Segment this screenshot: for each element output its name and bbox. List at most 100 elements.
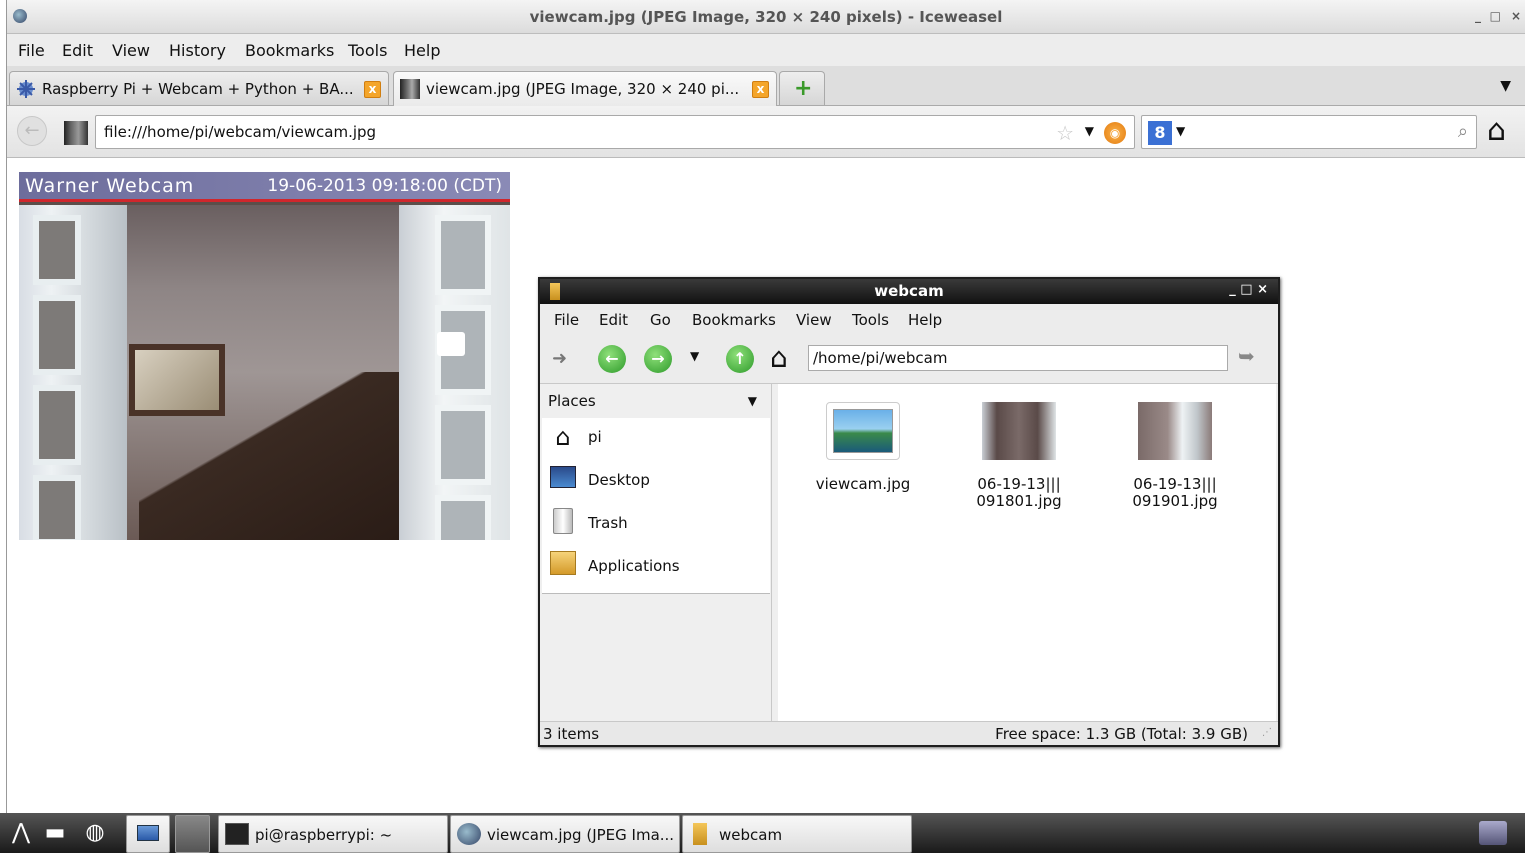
plus-icon: + [794, 76, 813, 101]
home-icon: ⌂ [555, 423, 571, 451]
overlay-title: Warner Webcam [25, 175, 195, 197]
menubar: File Edit View History Bookmarks Tools H… [7, 34, 1525, 66]
image-painting [129, 344, 225, 416]
fm-window-controls[interactable]: _ □ × [1229, 282, 1268, 297]
minimize-button[interactable]: _ [1475, 9, 1481, 23]
resize-grip-icon[interactable]: ⋰ [1262, 727, 1272, 738]
window-title: viewcam.jpg (JPEG Image, 320 × 240 pixel… [529, 8, 1003, 26]
folder-taskbar-icon [693, 823, 707, 845]
browser-launcher-icon[interactable]: ◍ [80, 819, 110, 847]
trash-icon [548, 508, 578, 538]
site-identity-icon [64, 121, 88, 145]
home-button[interactable]: ⌂ [1487, 114, 1506, 148]
thumbnail-image [982, 402, 1056, 460]
tab-close-icon[interactable]: x [752, 81, 769, 98]
places-dropdown-icon[interactable]: ▼ [748, 394, 757, 408]
file-name: 06-19-13||| 091801.jpg [976, 475, 1062, 510]
terminal-launcher-icon[interactable]: ▬ [40, 819, 70, 847]
overlay-timestamp: 19-06-2013 09:18:00 (CDT) [267, 176, 502, 196]
home-folder-icon[interactable]: ⌂ [770, 341, 788, 374]
file-name: viewcam.jpg [815, 475, 911, 493]
back-arrow-icon[interactable]: ← [598, 345, 626, 373]
fm-titlebar: webcam _ □ × [540, 279, 1278, 304]
tab-close-icon[interactable]: x [364, 81, 381, 98]
taskbar-label: pi@raspberrypi: ~ [255, 826, 393, 844]
menu-help[interactable]: Help [404, 41, 440, 60]
tab-viewcam[interactable]: viewcam.jpg (JPEG Image, 320 × 240 pi...… [393, 71, 777, 106]
places-label: Places [548, 392, 596, 410]
menu-tools[interactable]: Tools [348, 41, 387, 60]
fm-menu-help[interactable]: Help [908, 311, 942, 329]
menu-file[interactable]: File [18, 41, 45, 60]
place-desktop[interactable]: Desktop [546, 461, 766, 499]
start-menu-icon[interactable]: ⋀ [6, 819, 36, 847]
go-icon[interactable]: ➥ [1238, 344, 1255, 368]
file-item[interactable]: 06-19-13||| 091901.jpg [1110, 402, 1240, 510]
place-label: Desktop [588, 471, 650, 489]
fm-menu-file[interactable]: File [554, 311, 579, 329]
file-item[interactable]: 06-19-13||| 091801.jpg [954, 402, 1084, 510]
menu-view[interactable]: View [112, 41, 150, 60]
search-engine-icon[interactable]: 8 [1148, 121, 1172, 145]
fm-menu-go[interactable]: Go [650, 311, 671, 329]
feed-icon[interactable]: ◉ [1104, 122, 1126, 144]
taskbar-label: webcam [719, 826, 783, 844]
image-overlay: Warner Webcam 19-06-2013 09:18:00 (CDT) [19, 172, 510, 202]
tab-bar: Raspberry Pi + Webcam + Python + BA... x… [7, 66, 1525, 106]
taskbar-terminal[interactable]: pi@raspberrypi: ~ [218, 815, 448, 853]
applications-icon [548, 551, 578, 581]
tab-label: Raspberry Pi + Webcam + Python + BA... [42, 80, 354, 98]
place-label: pi [588, 428, 602, 446]
menu-edit[interactable]: Edit [62, 41, 93, 60]
item-count: 3 items [543, 725, 600, 743]
image-light [437, 332, 465, 356]
place-pi[interactable]: ⌂ pi [546, 418, 766, 456]
place-label: Applications [588, 557, 680, 575]
search-icon[interactable]: ⌕ [1458, 121, 1468, 142]
file-manager-window: webcam _ □ × File Edit Go Bookmarks View… [538, 277, 1280, 747]
thumbnail-image [1138, 402, 1212, 460]
up-arrow-icon[interactable]: ↑ [726, 345, 754, 373]
fm-menu-tools[interactable]: Tools [852, 311, 889, 329]
system-tray-icon[interactable] [1479, 821, 1507, 845]
close-window-button[interactable]: × [1511, 9, 1521, 23]
file-item[interactable]: viewcam.jpg [798, 402, 928, 493]
path-input[interactable]: /home/pi/webcam [808, 345, 1228, 371]
search-engine-dropdown[interactable]: ▼ [1176, 124, 1185, 138]
place-applications[interactable]: Applications [546, 547, 766, 585]
place-trash[interactable]: Trash [546, 504, 766, 542]
image-file-icon [826, 402, 900, 460]
tab-raspberry-pi[interactable]: Raspberry Pi + Webcam + Python + BA... x [9, 71, 389, 105]
search-bar[interactable]: 8 ▼ ⌕ [1141, 115, 1477, 149]
bookmark-star-icon[interactable]: ☆ [1056, 121, 1074, 145]
fm-statusbar: 3 items Free space: 1.3 GB (Total: 3.9 G… [540, 721, 1278, 745]
file-name: 06-19-13||| 091901.jpg [1132, 475, 1218, 510]
taskbar-file-manager[interactable]: webcam [682, 815, 912, 853]
new-window-icon[interactable]: ➜ [552, 348, 567, 369]
places-list: ⌂ pi Desktop Trash Applications [542, 418, 770, 594]
fm-menu-view[interactable]: View [796, 311, 832, 329]
menu-bookmarks[interactable]: Bookmarks [245, 41, 334, 60]
image-right-door [399, 205, 510, 540]
url-bar[interactable]: file:///home/pi/webcam/viewcam.jpg ☆ ▼ ◉ [64, 115, 1135, 149]
raspberry-favicon-icon [17, 80, 35, 98]
show-desktop-button[interactable] [126, 815, 170, 853]
fm-menu-edit[interactable]: Edit [599, 311, 628, 329]
new-tab-button[interactable]: + [779, 71, 825, 105]
window-titlebar: viewcam.jpg (JPEG Image, 320 × 240 pixel… [7, 0, 1525, 34]
desktop-icon [548, 465, 578, 495]
back-button[interactable]: ← [17, 116, 47, 146]
fm-menu-bookmarks[interactable]: Bookmarks [692, 311, 776, 329]
fm-menubar: File Edit Go Bookmarks View Tools Help [540, 304, 1278, 336]
place-label: Trash [588, 514, 628, 532]
maximize-button[interactable]: □ [1490, 9, 1501, 23]
forward-arrow-icon[interactable]: → [644, 345, 672, 373]
menu-history[interactable]: History [169, 41, 226, 60]
history-dropdown-icon[interactable]: ▼ [690, 349, 699, 363]
url-history-dropdown[interactable]: ▼ [1085, 124, 1094, 138]
taskbar-spacer [175, 815, 210, 853]
tab-list-dropdown[interactable]: ▼ [1500, 78, 1511, 94]
webcam-image: Warner Webcam 19-06-2013 09:18:00 (CDT) [19, 172, 510, 540]
taskbar: ⋀ ▬ ◍ pi@raspberrypi: ~ viewcam.jpg (JPE… [0, 813, 1525, 853]
taskbar-browser[interactable]: viewcam.jpg (JPEG Ima... [450, 815, 680, 853]
